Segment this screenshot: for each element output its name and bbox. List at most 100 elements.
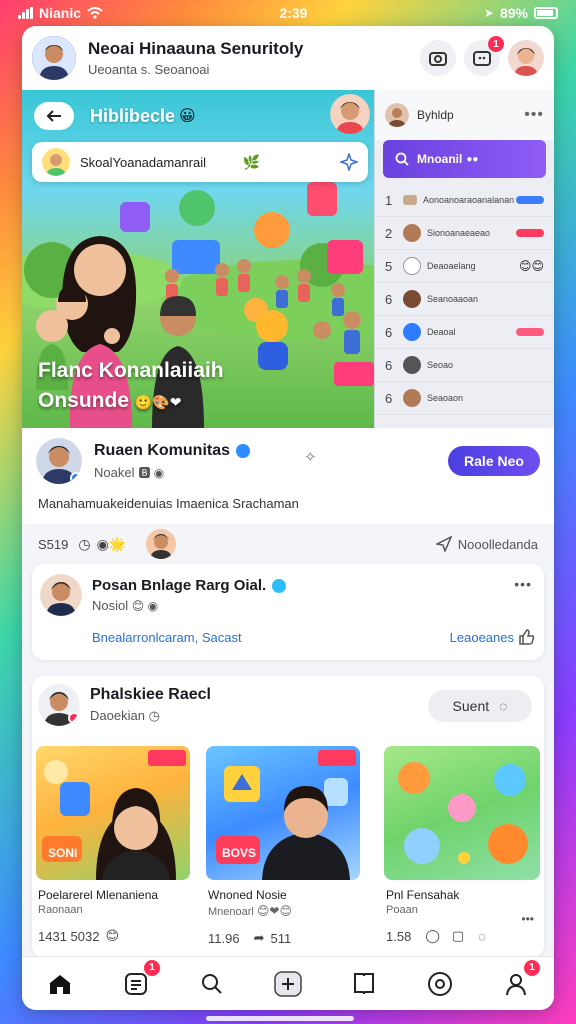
verified-icon — [236, 443, 251, 458]
profile-sub: Noakel — [94, 464, 135, 480]
search-icon — [202, 973, 222, 994]
side-panel-search-label: Mnoanil — [417, 152, 463, 166]
share-icon[interactable]: ➦ — [254, 930, 265, 946]
status-bar: Nianic 2:39 ➤ 89% — [0, 0, 576, 26]
save-icon[interactable]: ▢ — [452, 928, 464, 944]
post-action[interactable]: Leaoeanes — [450, 630, 514, 645]
home-indicator[interactable] — [206, 1016, 354, 1021]
list-item-avatar — [403, 224, 421, 242]
comment-icon[interactable]: ◯ — [425, 928, 440, 944]
list-item-avatar — [403, 290, 421, 308]
hero-host-avatar[interactable] — [330, 94, 370, 134]
follow-button[interactable]: Rale Neo — [448, 446, 540, 476]
tile-meta-row: 1.58 ◯ ▢ ◌ — [386, 928, 546, 944]
search-icon — [395, 152, 409, 166]
channel-avatar[interactable] — [32, 36, 76, 80]
emoji-icon: 😊❤😊 — [256, 904, 292, 918]
list-item[interactable]: 6 Seoao — [375, 349, 554, 382]
live-tag — [318, 750, 356, 766]
sparkle-icon[interactable] — [340, 153, 358, 171]
nav-home[interactable] — [40, 964, 80, 1004]
battery-icon — [533, 7, 558, 19]
list-item[interactable]: 1 Aonoanoaraoanalanan — [375, 184, 554, 217]
video-tile[interactable]: SONI — [36, 746, 190, 880]
hero-top-bar: Hiblibecle 😀 — [22, 90, 374, 142]
sparkle-icon[interactable]: ✧ — [304, 448, 317, 466]
posts-icon — [125, 972, 147, 995]
header-text: Neoai Hinaauna Senuritoly Ueoanta s. Seo… — [88, 39, 412, 77]
hero-caption: Flanc Konanlaiiaih Onsunde 🙂🎨❤ — [38, 356, 318, 417]
nav-profile[interactable]: 1 — [496, 959, 540, 1004]
list-item-number: 2 — [385, 225, 393, 241]
hero-caption-line2: Onsunde 🙂🎨❤ — [38, 386, 318, 417]
header-title: Neoai Hinaauna Senuritoly — [88, 39, 304, 58]
hero-search-input[interactable]: SkoalYoanadamanrail — [80, 155, 243, 170]
back-button[interactable] — [34, 102, 74, 130]
tile-meta-row: 11.96 ➦ 511 — [208, 930, 368, 946]
feed-action-button[interactable]: Suent ◌ — [428, 690, 532, 722]
feed-action-label: Suent — [452, 698, 490, 714]
user-avatar[interactable] — [508, 40, 544, 76]
list-item-text: Seanoaaoan — [427, 294, 479, 304]
bookmark-icon — [354, 972, 374, 994]
side-panel-search[interactable]: Mnoanil ●● — [383, 140, 546, 178]
tile-sub: Raonaan — [38, 904, 83, 916]
emoji-icon: 😊😊 — [518, 259, 544, 273]
more-options-icon[interactable]: ••• — [514, 576, 532, 592]
hero-banner[interactable]: Hiblibecle 😀 SkoalYoanadamanrail 🌿 Flanc… — [22, 90, 374, 428]
camera-icon — [429, 52, 447, 66]
tile-sub: Mnenoarl — [208, 906, 254, 918]
nav-posts[interactable]: 1 — [116, 959, 160, 1004]
like-icon[interactable] — [518, 628, 536, 646]
list-item-text: Aonoanoaraoanalanan — [423, 195, 515, 205]
profile-avatar[interactable] — [36, 438, 82, 484]
side-panel-avatar[interactable] — [385, 103, 409, 127]
posts-badge: 1 — [144, 959, 160, 976]
tile-title: Poelarerel Mlenaniena — [38, 888, 159, 902]
nav-activity[interactable] — [420, 964, 460, 1004]
camera-button[interactable] — [420, 40, 456, 76]
list-item[interactable]: 6 Seanoaaoan — [375, 283, 554, 316]
reply-icon[interactable]: ◌ — [478, 929, 486, 944]
clock: 2:39 — [279, 5, 308, 21]
post-card[interactable]: Posan Bnlage Rarg Oial. Nosiol 😊 ◉ ••• B… — [32, 564, 544, 660]
nav-library[interactable] — [344, 964, 384, 1004]
post-link[interactable]: Bnealarronlcaram, Sacast — [92, 630, 242, 645]
more-options-icon[interactable]: ••• — [524, 106, 544, 124]
post-title-row: Posan Bnlage Rarg Oial. — [92, 577, 287, 594]
list-item[interactable]: 6 Seaoaon — [375, 382, 554, 415]
nav-search[interactable] — [192, 964, 232, 1004]
profile-icon — [506, 973, 526, 995]
side-panel: Byhldp ••• Mnoanil ●● 1 Aonoanoaraoanala… — [374, 90, 554, 428]
live-tag — [148, 750, 186, 766]
feed-avatar[interactable] — [38, 684, 80, 726]
side-panel-list: 1 Aonoanoaraoanalanan 2 Sionoanaeaeao 5 … — [375, 184, 554, 415]
list-item-tag — [516, 328, 544, 336]
profile-name: Ruaen Komunitas — [94, 441, 231, 459]
tile-sign: BOVS — [222, 846, 257, 860]
list-item[interactable]: 5 Deaoaelang 😊😊 — [375, 250, 554, 283]
list-item-tag — [516, 196, 544, 204]
hero-search-bar[interactable]: SkoalYoanadamanrail 🌿 — [32, 142, 368, 182]
video-tile[interactable] — [384, 746, 540, 880]
back-arrow-icon — [46, 110, 61, 122]
home-icon — [50, 974, 70, 994]
more-options-icon[interactable]: ••• — [521, 912, 534, 926]
inbox-icon — [473, 51, 491, 66]
post-avatar[interactable] — [40, 574, 82, 616]
hero-caption-line2-text: Onsunde — [38, 389, 130, 412]
list-item[interactable]: 6 Deaoal — [375, 316, 554, 349]
video-tile[interactable]: BOVS — [206, 746, 360, 880]
stats-right[interactable]: Nooolledanda — [435, 536, 538, 552]
notifications-button[interactable]: 1 — [464, 36, 504, 76]
carrier-label: Nianic — [39, 5, 82, 21]
app-window: Neoai Hinaauna Senuritoly Ueoanta s. Seo… — [22, 26, 554, 1010]
activity-icon — [428, 971, 452, 996]
nav-create[interactable] — [268, 964, 308, 1004]
stats-action-label: Nooolledanda — [457, 536, 538, 552]
feed-head-text: Phalskiee Raecl Daoekian ◷ — [90, 686, 211, 724]
list-item[interactable]: 2 Sionoanaeaeao — [375, 217, 554, 250]
plus-icon — [274, 970, 302, 997]
status-left: Nianic — [18, 5, 103, 21]
stats-avatar[interactable] — [146, 529, 177, 559]
